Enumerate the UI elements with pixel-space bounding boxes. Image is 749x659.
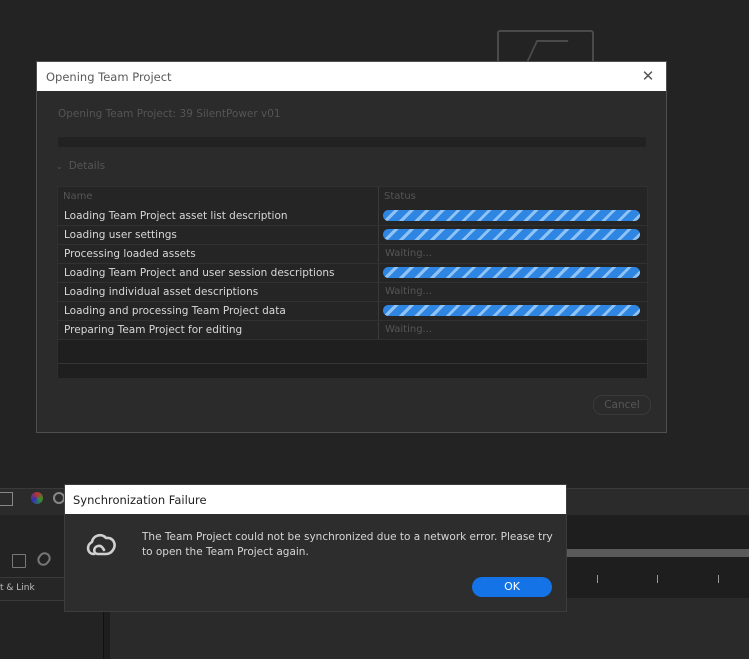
opening-status-text: Opening Team Project: 39 SilentPower v01: [58, 108, 281, 120]
table-row: Loading individual asset descriptions Wai…: [58, 283, 647, 302]
task-status: Waiting...: [385, 248, 433, 259]
column-header-name: Name: [63, 191, 93, 202]
ok-button[interactable]: OK: [472, 577, 552, 597]
timeline-ruler[interactable]: [566, 549, 749, 557]
stack-icon[interactable]: [12, 554, 26, 568]
table-footer: [58, 339, 647, 378]
error-message: The Team Project could not be synchroniz…: [142, 531, 553, 558]
task-name: Preparing Team Project for editing: [64, 324, 243, 336]
table-row: Loading Team Project and user session de…: [58, 264, 647, 283]
ruler-tick: [718, 575, 719, 583]
table-row: Preparing Team Project for editing Waitin…: [58, 321, 647, 340]
task-name: Loading and processing Team Project data: [64, 305, 286, 317]
dialog-titlebar: Opening Team Project ✕: [37, 62, 666, 91]
ruler-tick: [657, 575, 658, 583]
table-row: Loading Team Project asset list descript…: [58, 207, 647, 226]
table-row: Loading and processing Team Project data: [58, 302, 647, 321]
table-body: Loading Team Project asset list descript…: [58, 207, 647, 340]
details-table: Name Status Loading Team Project asset l…: [57, 186, 648, 378]
details-toggle[interactable]: ⌄ Details: [56, 160, 105, 172]
table-row: Processing loaded assets Waiting...: [58, 245, 647, 264]
table-row: Loading user settings: [58, 226, 647, 245]
snap-icon[interactable]: [0, 492, 13, 506]
creative-cloud-icon: [86, 533, 116, 556]
table-header: Name Status: [58, 187, 647, 207]
synchronization-failure-dialog: Synchronization Failure The Team Project…: [64, 484, 567, 612]
task-name: Loading user settings: [64, 229, 177, 241]
task-status: Waiting...: [385, 286, 433, 297]
details-label: Details: [68, 160, 106, 172]
ruler-tick: [597, 575, 598, 583]
opening-team-project-dialog: Opening Team Project ✕ Opening Team Proj…: [36, 61, 667, 433]
cancel-button[interactable]: Cancel: [593, 395, 651, 415]
task-name: Processing loaded assets: [64, 248, 196, 260]
task-progress-bar: [383, 229, 640, 240]
task-status: Waiting...: [385, 324, 433, 335]
task-name: Loading Team Project and user session de…: [64, 267, 335, 279]
task-name: Loading individual asset descriptions: [64, 286, 259, 298]
dialog-title: Synchronization Failure: [73, 493, 207, 507]
task-progress-bar: [383, 305, 640, 316]
chevron-down-icon: ⌄: [56, 162, 63, 171]
column-header-status: Status: [384, 191, 416, 202]
table-footer-line: [58, 363, 647, 364]
dialog-title: Opening Team Project: [46, 70, 172, 84]
close-icon[interactable]: ✕: [638, 66, 658, 86]
dialog-titlebar: Synchronization Failure: [65, 485, 566, 514]
color-wheel-icon[interactable]: [31, 492, 43, 504]
task-name: Loading Team Project asset list descript…: [64, 210, 288, 222]
task-progress-bar: [383, 267, 640, 278]
background-left-label: t & Link: [0, 583, 35, 593]
task-progress-bar: [383, 210, 640, 221]
overall-progress-bar: [58, 137, 646, 147]
